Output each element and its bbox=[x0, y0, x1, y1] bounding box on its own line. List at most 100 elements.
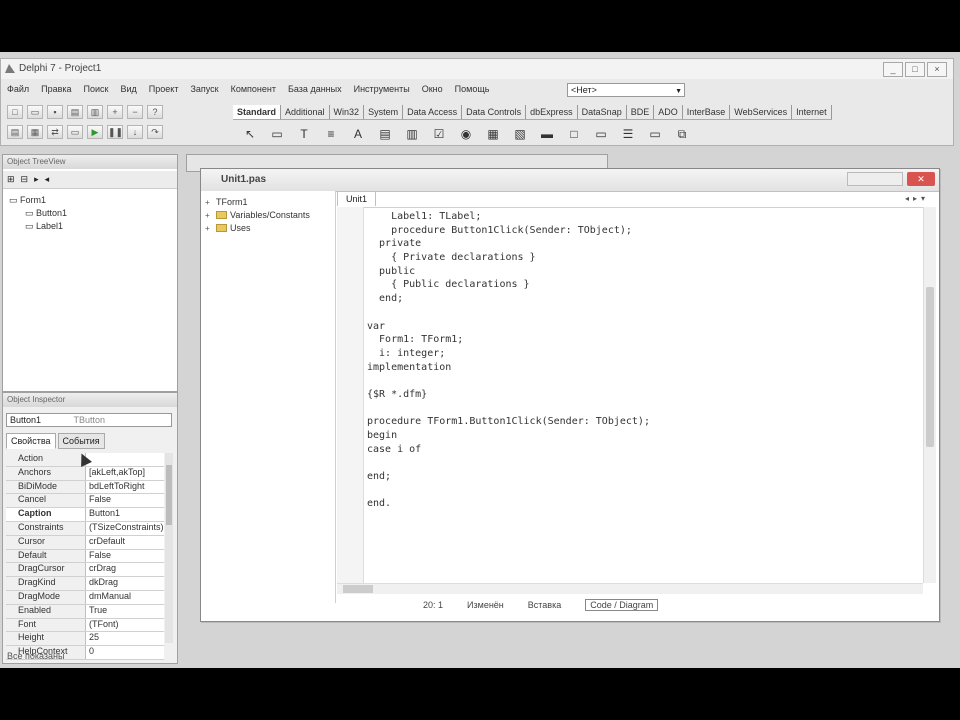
close-button[interactable]: × bbox=[927, 62, 947, 77]
property-value[interactable]: dkDrag bbox=[86, 577, 164, 590]
property-row[interactable]: Default False bbox=[6, 549, 164, 564]
editor-window-controls[interactable] bbox=[847, 172, 903, 186]
property-row[interactable]: Constraints (TSizeConstraints) bbox=[6, 521, 164, 536]
view-unit-icon[interactable]: ▤ bbox=[7, 125, 23, 139]
menu-search[interactable]: Поиск bbox=[78, 81, 115, 99]
palette-tab-additional[interactable]: Additional bbox=[281, 105, 330, 119]
checkbox-icon[interactable]: ☑ bbox=[428, 125, 450, 143]
save-icon[interactable]: ▪ bbox=[47, 105, 63, 119]
expand-icon[interactable]: + bbox=[205, 198, 213, 207]
property-row[interactable]: Enabled True bbox=[6, 604, 164, 619]
property-row[interactable]: Font (TFont) bbox=[6, 618, 164, 633]
tab-nav-icons[interactable]: ◂▸▾ bbox=[905, 194, 929, 203]
property-value[interactable]: crDefault bbox=[86, 535, 164, 549]
toggle-form-unit-icon[interactable]: ⇄ bbox=[47, 125, 63, 139]
palette-tab-interbase[interactable]: InterBase bbox=[683, 105, 731, 119]
tab-events[interactable]: События bbox=[57, 433, 105, 449]
tab-properties[interactable]: Свойства bbox=[6, 433, 56, 449]
palette-tab-data-access[interactable]: Data Access bbox=[403, 105, 463, 119]
panel-icon[interactable]: ☰ bbox=[617, 125, 639, 143]
palette-tab-internet[interactable]: Internet bbox=[792, 105, 832, 119]
help-icon[interactable]: ? bbox=[147, 105, 163, 119]
tree-item-form1[interactable]: ▭ Form1 bbox=[9, 195, 46, 206]
menu-file[interactable]: Файл bbox=[1, 81, 35, 99]
maximize-button[interactable]: □ bbox=[905, 62, 925, 77]
explorer-item-variables[interactable]: + Variables/Constants bbox=[205, 210, 310, 220]
property-row[interactable]: DragCursor crDrag bbox=[6, 563, 164, 578]
view-form-icon[interactable]: ▦ bbox=[27, 125, 43, 139]
explorer-item-uses[interactable]: + Uses bbox=[205, 223, 251, 233]
palette-tab-dbexpress[interactable]: dbExpress bbox=[526, 105, 578, 119]
listbox-icon[interactable]: ▦ bbox=[482, 125, 504, 143]
palette-tab-standard[interactable]: Standard bbox=[233, 105, 282, 119]
tree-item-button1[interactable]: ▭ Button1 bbox=[25, 208, 67, 219]
editor-vertical-scroll-thumb[interactable] bbox=[926, 287, 934, 447]
menu-help[interactable]: Помощь bbox=[449, 81, 496, 99]
property-value[interactable]: bdLeftToRight bbox=[86, 480, 164, 494]
add-file-icon[interactable]: + bbox=[107, 105, 123, 119]
code-area[interactable]: Label1: TLabel; procedure Button1Click(S… bbox=[367, 211, 913, 583]
property-row[interactable]: DragKind dkDrag bbox=[6, 577, 164, 591]
actionlist-icon[interactable]: ⧉ bbox=[671, 125, 693, 143]
open-project-icon[interactable]: ▥ bbox=[87, 105, 103, 119]
pointer-icon[interactable]: ↖ bbox=[239, 125, 261, 143]
remove-file-icon[interactable]: − bbox=[127, 105, 143, 119]
menu-project[interactable]: Проект bbox=[143, 81, 185, 99]
minimize-button[interactable]: _ bbox=[883, 62, 903, 77]
step-over-icon[interactable]: ↷ bbox=[147, 125, 163, 139]
property-row[interactable]: DragMode dmManual bbox=[6, 590, 164, 605]
palette-tab-bde[interactable]: BDE bbox=[627, 105, 655, 119]
expand-icon[interactable]: + bbox=[205, 211, 213, 220]
next-icon[interactable]: ▸ bbox=[34, 174, 39, 185]
open-icon[interactable]: ▭ bbox=[27, 105, 43, 119]
explorer-item-tform1[interactable]: + TForm1 bbox=[205, 197, 248, 207]
prev-icon[interactable]: ◂ bbox=[45, 174, 50, 185]
property-value[interactable]: dmManual bbox=[86, 590, 164, 604]
label-icon[interactable]: A bbox=[347, 125, 369, 143]
inspector-scroll-thumb[interactable] bbox=[166, 465, 172, 525]
trace-into-icon[interactable]: ↓ bbox=[127, 125, 143, 139]
property-value[interactable]: crDrag bbox=[86, 563, 164, 577]
new-icon[interactable]: □ bbox=[7, 105, 23, 119]
property-row[interactable]: Cancel False bbox=[6, 494, 164, 509]
tree-item-label1[interactable]: ▭ Label1 bbox=[25, 221, 63, 232]
property-value[interactable]: (TSizeConstraints) bbox=[86, 521, 164, 535]
inspector-object-combo[interactable]: Button1 TButton bbox=[6, 413, 172, 427]
menu-component[interactable]: Компонент bbox=[225, 81, 282, 99]
button-icon[interactable]: ▭ bbox=[644, 125, 666, 143]
property-row-selected[interactable]: Caption Button1 bbox=[6, 508, 164, 522]
combobox-icon[interactable]: ▧ bbox=[509, 125, 531, 143]
palette-tab-win32[interactable]: Win32 bbox=[330, 105, 365, 119]
menu-edit[interactable]: Правка bbox=[35, 81, 77, 99]
property-value[interactable]: False bbox=[86, 494, 164, 508]
palette-tab-webservices[interactable]: WebServices bbox=[730, 105, 793, 119]
menu-database[interactable]: База данных bbox=[282, 81, 348, 99]
collapse-icon[interactable]: ⊟ bbox=[21, 174, 29, 185]
mainmenu-icon[interactable]: T bbox=[293, 125, 315, 143]
run-icon[interactable]: ▶ bbox=[87, 125, 103, 139]
property-value[interactable]: False bbox=[86, 549, 164, 563]
menu-tools[interactable]: Инструменты bbox=[348, 81, 416, 99]
property-row[interactable]: Anchors [akLeft,akTop] bbox=[6, 466, 164, 481]
popupmenu-icon[interactable]: ≡ bbox=[320, 125, 342, 143]
menu-run[interactable]: Запуск bbox=[184, 81, 224, 99]
property-value[interactable]: [akLeft,akTop] bbox=[86, 466, 164, 480]
palette-tab-datasnap[interactable]: DataSnap bbox=[578, 105, 627, 119]
editor-horizontal-scroll-thumb[interactable] bbox=[343, 585, 373, 593]
frames-icon[interactable]: ▭ bbox=[266, 125, 288, 143]
edit-icon[interactable]: ▤ bbox=[374, 125, 396, 143]
property-value[interactable]: 0 bbox=[86, 646, 164, 659]
menu-view[interactable]: Вид bbox=[115, 81, 143, 99]
editor-horizontal-scrollbar[interactable] bbox=[337, 583, 923, 594]
property-value[interactable] bbox=[86, 453, 164, 466]
editor-vertical-scrollbar[interactable] bbox=[923, 207, 936, 583]
menu-window[interactable]: Окно bbox=[416, 81, 449, 99]
save-all-icon[interactable]: ▤ bbox=[67, 105, 83, 119]
pause-icon[interactable]: ❚❚ bbox=[107, 125, 123, 139]
property-value[interactable]: 25 bbox=[86, 632, 164, 646]
property-row[interactable]: BiDiMode bdLeftToRight bbox=[6, 480, 164, 495]
property-value[interactable]: Button1 bbox=[86, 508, 164, 521]
radiobutton-icon[interactable]: ◉ bbox=[455, 125, 477, 143]
palette-tab-data-controls[interactable]: Data Controls bbox=[462, 105, 527, 119]
expand-icon[interactable]: ⊞ bbox=[7, 174, 15, 185]
